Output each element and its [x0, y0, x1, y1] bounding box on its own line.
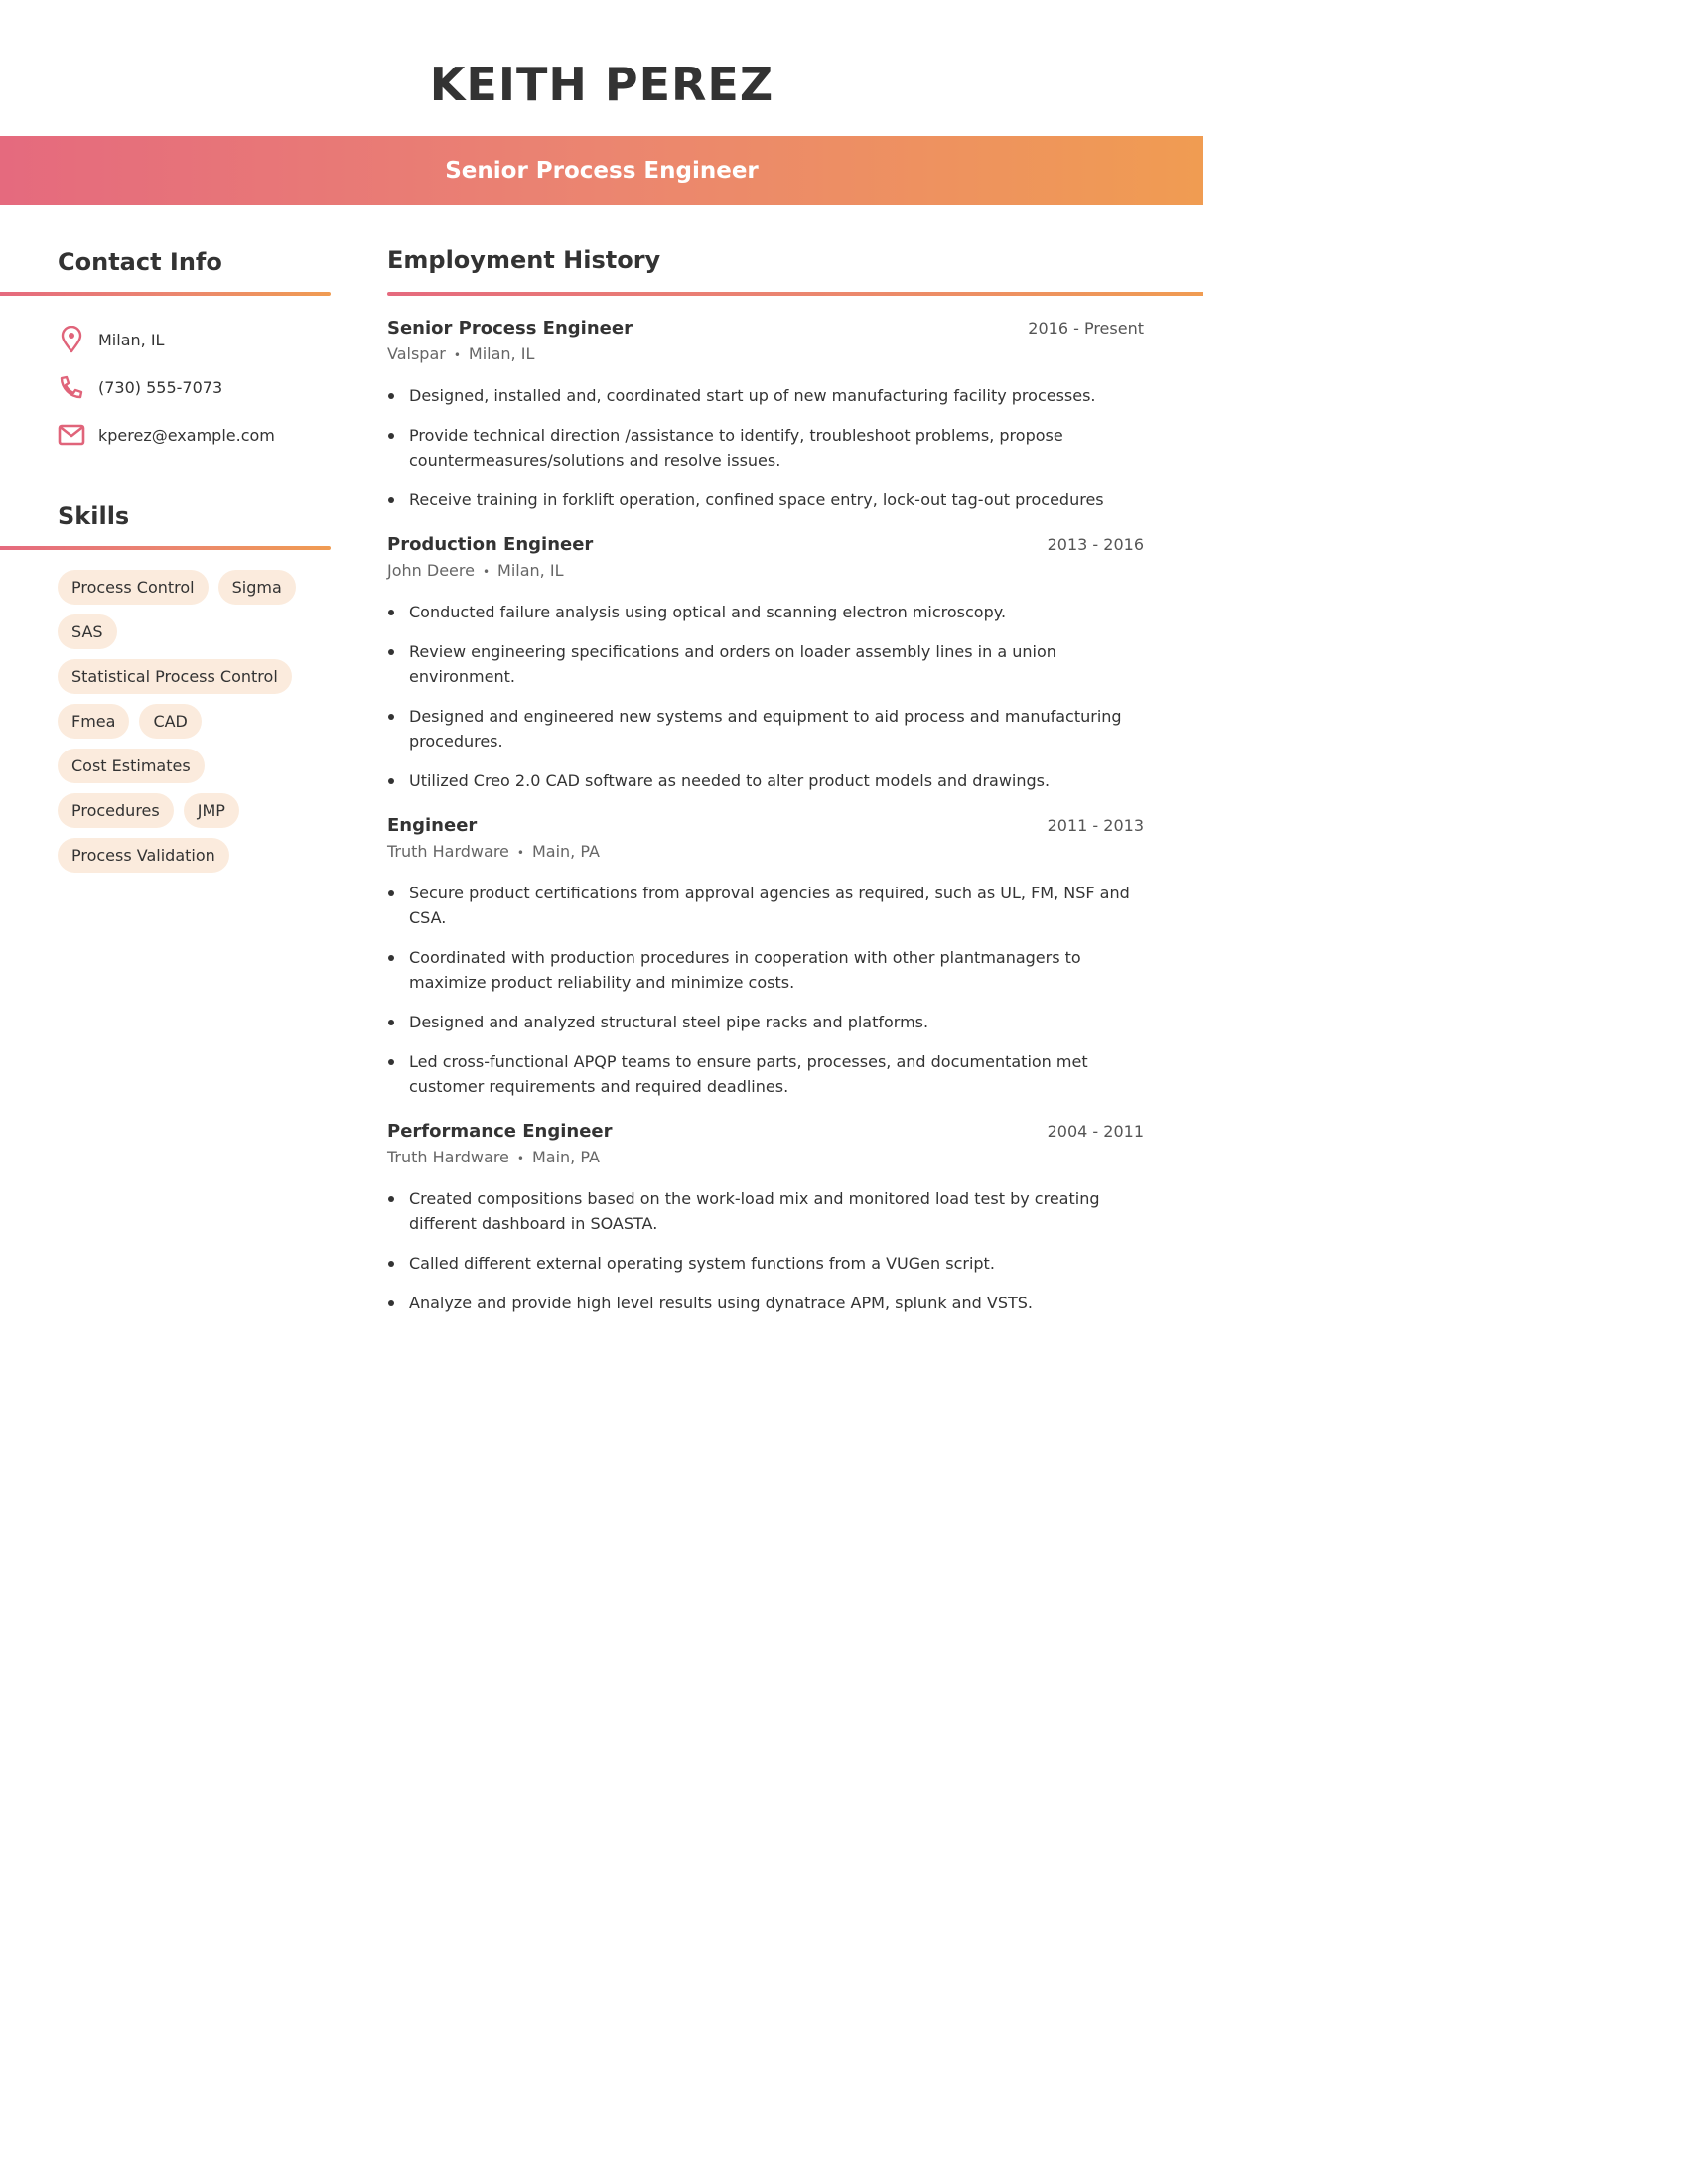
job-bullet: Designed, installed and, coordinated sta… — [387, 383, 1144, 408]
contact-item-location: Milan, IL — [58, 316, 331, 363]
job-bullet: Called different external operating syst… — [387, 1251, 1144, 1276]
job-dates: 2004 - 2011 — [1047, 1122, 1144, 1141]
location-pin-icon — [58, 326, 85, 353]
job-title: Performance Engineer — [387, 1121, 613, 1142]
job-meta: Truth Hardware • Main, PA — [387, 1148, 1144, 1166]
job-title-headline: Senior Process Engineer — [445, 157, 759, 184]
job-header: Engineer 2011 - 2013 — [387, 815, 1144, 836]
job-dates: 2011 - 2013 — [1047, 816, 1144, 835]
skill-chip: Fmea — [58, 704, 130, 739]
job-meta: John Deere • Milan, IL — [387, 561, 1144, 580]
job-bullet: Led cross-functional APQP teams to ensur… — [387, 1049, 1144, 1099]
job-location: Milan, IL — [468, 344, 535, 363]
job-entry: Production Engineer 2013 - 2016 John Dee… — [387, 534, 1144, 793]
employment-divider — [387, 292, 1203, 296]
contact-location-text: Milan, IL — [98, 330, 165, 349]
job-bullets: Conducted failure analysis using optical… — [387, 600, 1144, 793]
job-bullet: Analyze and provide high level results u… — [387, 1291, 1144, 1315]
contact-email-text[interactable]: kperez@example.com — [98, 426, 275, 445]
job-meta: Truth Hardware • Main, PA — [387, 842, 1144, 861]
contact-item-phone: (730) 555-7073 — [58, 363, 331, 411]
job-entry: Senior Process Engineer 2016 - Present V… — [387, 318, 1144, 512]
job-meta: Valspar • Milan, IL — [387, 344, 1144, 363]
job-bullet: Coordinated with production procedures i… — [387, 945, 1144, 995]
separator-dot: • — [516, 845, 524, 860]
job-dates: 2016 - Present — [1028, 319, 1144, 338]
job-bullet: Provide technical direction /assistance … — [387, 423, 1144, 473]
job-dates: 2013 - 2016 — [1047, 535, 1144, 554]
skill-chip: Process Validation — [58, 838, 229, 873]
job-bullet: Designed and engineered new systems and … — [387, 704, 1144, 753]
contact-item-email: kperez@example.com — [58, 411, 331, 459]
skill-chip: Process Control — [58, 570, 209, 605]
left-column: Contact Info Milan, IL (730) 555-7073 kp… — [0, 248, 331, 883]
job-bullet: Designed and analyzed structural steel p… — [387, 1010, 1144, 1034]
job-bullet: Receive training in forklift operation, … — [387, 487, 1144, 512]
contact-phone-text[interactable]: (730) 555-7073 — [98, 378, 222, 397]
job-company: Truth Hardware — [387, 1148, 509, 1166]
job-bullet: Review engineering specifications and or… — [387, 639, 1144, 689]
job-title: Senior Process Engineer — [387, 318, 633, 339]
candidate-name: KEITH PEREZ — [429, 58, 774, 111]
job-entry: Performance Engineer 2004 - 2011 Truth H… — [387, 1121, 1144, 1315]
job-bullet: Secure product certifications from appro… — [387, 881, 1144, 930]
job-header: Production Engineer 2013 - 2016 — [387, 534, 1144, 555]
job-bullet: Created compositions based on the work-l… — [387, 1186, 1144, 1236]
job-company: John Deere — [387, 561, 475, 580]
employment-heading: Employment History — [387, 246, 661, 274]
skill-chip: Sigma — [217, 570, 296, 605]
job-company: Valspar — [387, 344, 446, 363]
separator-dot: • — [453, 347, 461, 362]
separator-dot: • — [482, 564, 491, 579]
job-company: Truth Hardware — [387, 842, 509, 861]
contact-heading: Contact Info — [58, 248, 222, 276]
job-location: Milan, IL — [497, 561, 564, 580]
skill-chip: Cost Estimates — [58, 749, 205, 783]
job-location: Main, PA — [531, 1148, 600, 1166]
job-title: Engineer — [387, 815, 478, 836]
title-banner: Senior Process Engineer — [0, 136, 1203, 205]
skills-heading: Skills — [58, 502, 130, 530]
contact-divider — [0, 292, 331, 296]
job-header: Performance Engineer 2004 - 2011 — [387, 1121, 1144, 1142]
contact-list: Milan, IL (730) 555-7073 kperez@example.… — [0, 316, 331, 459]
job-bullets: Created compositions based on the work-l… — [387, 1186, 1144, 1315]
job-bullets: Designed, installed and, coordinated sta… — [387, 383, 1144, 512]
skill-chip: JMP — [183, 793, 239, 828]
job-bullet: Utilized Creo 2.0 CAD software as needed… — [387, 768, 1144, 793]
job-bullets: Secure product certifications from appro… — [387, 881, 1144, 1099]
job-bullet: Conducted failure analysis using optical… — [387, 600, 1144, 624]
employment-section: Employment History Senior Process Engine… — [387, 246, 1203, 1330]
skill-chip: Statistical Process Control — [58, 659, 292, 694]
skill-chip: SAS — [58, 614, 117, 649]
skills-divider — [0, 546, 331, 550]
skill-chip: CAD — [139, 704, 202, 739]
phone-icon — [58, 373, 85, 401]
contact-section: Contact Info Milan, IL (730) 555-7073 kp… — [0, 248, 331, 459]
job-header: Senior Process Engineer 2016 - Present — [387, 318, 1144, 339]
job-title: Production Engineer — [387, 534, 594, 555]
separator-dot: • — [516, 1151, 524, 1165]
skills-section: Skills Process Control Sigma SAS Statist… — [0, 502, 331, 883]
mail-icon — [58, 421, 85, 449]
skills-list: Process Control Sigma SAS Statistical Pr… — [0, 570, 331, 883]
job-location: Main, PA — [531, 842, 600, 861]
skill-chip: Procedures — [58, 793, 174, 828]
job-entry: Engineer 2011 - 2013 Truth Hardware • Main… — [387, 815, 1144, 1099]
